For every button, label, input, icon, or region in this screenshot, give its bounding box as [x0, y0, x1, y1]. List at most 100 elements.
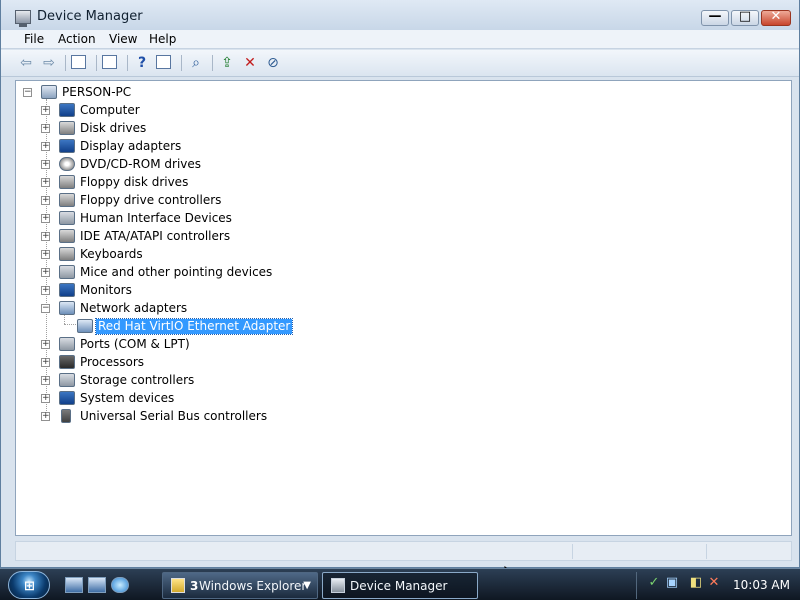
update-driver-button[interactable]: ⇪ [218, 55, 236, 71]
toolbar-separator [181, 55, 182, 71]
tree-item-keyboards[interactable]: + Keyboards [41, 246, 281, 264]
show-hide-console-tree-button[interactable] [71, 55, 89, 71]
start-button[interactable]: ⊞ [8, 571, 50, 599]
device-manager-icon [15, 10, 31, 27]
expand-icon[interactable]: + [41, 178, 50, 187]
menu-action[interactable]: Action [56, 32, 98, 46]
scan-hardware-icon: ⌕ [192, 55, 200, 71]
tree-item-red-hat-virtio-ethernet-adapter[interactable]: Red Hat VirtIO Ethernet Adapter [59, 318, 299, 336]
maximize-icon: □ [738, 9, 752, 24]
back-button[interactable]: ⇦ [17, 55, 35, 71]
device-tree-panel[interactable]: − PERSON-PC + Computer + Disk drives + D… [15, 80, 792, 587]
port-icon [59, 337, 75, 351]
scan-hardware-button[interactable]: ⌕ [187, 55, 205, 71]
expand-icon[interactable]: + [41, 358, 50, 367]
forward-button[interactable]: ⇨ [40, 55, 58, 71]
processor-icon [59, 355, 75, 369]
toolbar-separator [65, 55, 66, 71]
help-button[interactable]: ? [133, 55, 151, 71]
title-bar[interactable]: Device Manager — □ ✕ [1, 0, 799, 30]
clock[interactable]: 10:03 AM [733, 578, 790, 592]
expand-icon[interactable]: + [41, 124, 50, 133]
tree-item-label: Floppy drive controllers [80, 193, 222, 207]
menu-view[interactable]: View [107, 32, 139, 46]
tree-item-processors[interactable]: + Processors [41, 354, 281, 372]
expand-icon[interactable]: + [41, 160, 50, 169]
tree-item-network-adapters[interactable]: − Network adapters [41, 300, 281, 318]
taskbar-device-manager[interactable]: Device Manager [322, 572, 478, 599]
tree-item-disk-drives[interactable]: + Disk drives [41, 120, 281, 138]
tree-item-system-devices[interactable]: + System devices [41, 390, 281, 408]
network-adapter-icon [59, 301, 75, 315]
tree-item-label: Disk drives [80, 121, 147, 135]
minimize-icon: — [708, 9, 722, 24]
console-tree-icon [71, 55, 86, 69]
device-tree: − PERSON-PC + Computer + Disk drives + D… [16, 81, 791, 535]
tree-item-mice-and-other-pointing-devices[interactable]: + Mice and other pointing devices [41, 264, 281, 282]
uninstall-button[interactable]: ✕ [241, 55, 259, 71]
dropdown-arrow-icon: ▼ [303, 580, 311, 591]
device-manager-icon [331, 578, 345, 593]
show-desktop-icon[interactable] [65, 577, 83, 593]
close-button[interactable]: ✕ [761, 9, 791, 26]
collapse-icon[interactable]: − [41, 304, 50, 313]
tree-item-dvd-cd-rom-drives[interactable]: + DVD/CD-ROM drives [41, 156, 281, 174]
taskbar-label: Device Manager [350, 579, 448, 593]
switch-windows-icon[interactable] [88, 577, 106, 593]
expand-icon[interactable]: + [41, 250, 50, 259]
tree-item-storage-controllers[interactable]: + Storage controllers [41, 372, 281, 390]
floppy-drive-icon [59, 175, 75, 189]
storage-controller-icon [59, 373, 75, 387]
tree-item-universal-serial-bus-controllers[interactable]: + Universal Serial Bus controllers [41, 408, 301, 426]
maximize-button[interactable]: □ [731, 9, 759, 26]
close-icon: ✕ [770, 9, 782, 24]
tree-item-ports-com-lpt[interactable]: + Ports (COM & LPT) [41, 336, 281, 354]
internet-explorer-icon[interactable] [111, 577, 129, 593]
expand-icon[interactable]: + [41, 214, 50, 223]
tree-item-ide-ata-atapi-controllers[interactable]: + IDE ATA/ATAPI controllers [41, 228, 281, 246]
tree-item-floppy-drive-controllers[interactable]: + Floppy drive controllers [41, 192, 281, 210]
expand-icon[interactable]: + [41, 268, 50, 277]
show-hide-action-pane-button[interactable] [156, 55, 174, 71]
network-tray-icon[interactable]: ▣ [665, 576, 679, 590]
tree-item-computer[interactable]: + Computer [41, 102, 281, 120]
tree-item-human-interface-devices[interactable]: + Human Interface Devices [41, 210, 281, 228]
expand-icon[interactable]: + [41, 412, 50, 421]
expand-icon[interactable]: + [41, 394, 50, 403]
collapse-icon[interactable]: − [23, 88, 32, 97]
tree-item-label: IDE ATA/ATAPI controllers [80, 229, 231, 243]
taskbar-windows-explorer-group[interactable]: 3 Windows Explorer ▼ [162, 572, 318, 599]
expand-icon[interactable]: + [41, 142, 50, 151]
volume-muted-icon[interactable]: ✕ [707, 576, 721, 590]
keyboard-icon [59, 247, 75, 261]
tree-root-row[interactable]: − PERSON-PC [23, 84, 243, 102]
usb-icon [61, 409, 71, 423]
expand-icon[interactable]: + [41, 106, 50, 115]
floppy-controller-icon [59, 193, 75, 207]
tree-item-label: Processors [80, 355, 145, 369]
tree-item-display-adapters[interactable]: + Display adapters [41, 138, 281, 156]
expand-icon[interactable]: + [41, 340, 50, 349]
disable-button[interactable]: ⊘ [264, 55, 282, 71]
uninstall-icon: ✕ [244, 55, 256, 71]
status-separator [572, 544, 573, 559]
properties-button[interactable] [102, 55, 120, 71]
minimize-button[interactable]: — [701, 9, 729, 26]
expand-icon[interactable]: + [41, 232, 50, 241]
expand-icon[interactable]: + [41, 376, 50, 385]
tree-item-floppy-disk-drives[interactable]: + Floppy disk drives [41, 174, 281, 192]
hid-icon [59, 211, 75, 225]
expand-icon[interactable]: + [41, 286, 50, 295]
toolbar-separator [127, 55, 128, 71]
menu-help[interactable]: Help [147, 32, 178, 46]
action-pane-icon [156, 55, 171, 69]
tree-item-label: Computer [80, 103, 140, 117]
menu-file[interactable]: File [22, 32, 46, 46]
tree-item-label: Monitors [80, 283, 132, 297]
disable-icon: ⊘ [267, 55, 279, 71]
tree-item-monitors[interactable]: + Monitors [41, 282, 281, 300]
security-center-icon[interactable]: ✓ [647, 576, 661, 590]
windows-update-icon[interactable]: ◧ [689, 576, 703, 590]
expand-icon[interactable]: + [41, 196, 50, 205]
monitor-icon [59, 283, 75, 297]
